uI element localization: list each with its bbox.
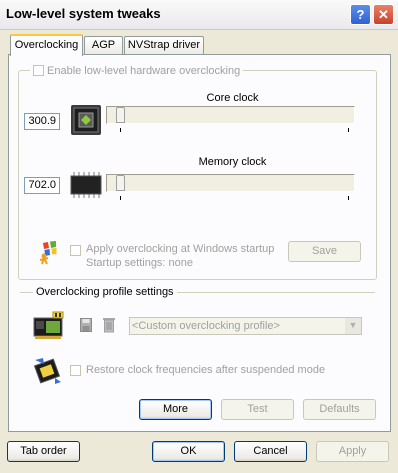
tab-nvstrap-driver[interactable]: NVStrap driver [124, 36, 204, 54]
tab-agp[interactable]: AGP [84, 36, 123, 54]
memory-clock-label: Memory clock [198, 156, 267, 168]
enable-overclocking-label: Enable low-level hardware overclocking [47, 65, 241, 77]
memory-clock-value: 702.0 [24, 177, 60, 194]
profile-settings-label: Overclocking profile settings [33, 286, 177, 298]
core-clock-label: Core clock [206, 92, 259, 104]
gpu-chip-icon [70, 104, 102, 136]
test-button[interactable]: Test [221, 399, 294, 420]
close-button[interactable]: ✕ [373, 4, 394, 25]
save-button[interactable]: Save [288, 241, 361, 262]
save-profile-icon[interactable] [80, 318, 92, 332]
memory-chip-icon [70, 172, 102, 198]
profile-dropdown-value: <Custom overclocking profile> [132, 320, 280, 332]
apply-at-startup-checkbox[interactable] [70, 245, 81, 256]
core-clock-slider-thumb[interactable] [116, 107, 125, 123]
defaults-button[interactable]: Defaults [303, 399, 376, 420]
apply-button[interactable]: Apply [316, 441, 389, 462]
restore-icon [33, 356, 63, 386]
memory-clock-slider[interactable] [106, 168, 359, 200]
restore-after-suspend-label: Restore clock frequencies after suspende… [86, 364, 326, 376]
tab-overclocking[interactable]: Overclocking [10, 34, 83, 56]
core-clock-value: 300.9 [24, 113, 60, 130]
cancel-button[interactable]: Cancel [234, 441, 307, 462]
more-button[interactable]: More [139, 399, 212, 420]
windows-startup-icon [35, 240, 63, 268]
apply-at-startup-label: Apply overclocking at Windows startup [86, 243, 275, 255]
ok-button[interactable]: OK [152, 441, 225, 462]
graphics-card-icon [33, 309, 65, 341]
restore-after-suspend-checkbox[interactable] [70, 365, 81, 376]
window-title: Low-level system tweaks [6, 6, 161, 21]
profile-dropdown[interactable]: <Custom overclocking profile> ▼ [129, 317, 362, 335]
help-button[interactable]: ? [350, 4, 371, 25]
enable-overclocking-option[interactable]: Enable low-level hardware overclocking [30, 65, 244, 77]
startup-settings-text: Startup settings: none [86, 257, 194, 269]
core-clock-slider[interactable] [106, 104, 359, 136]
enable-overclocking-checkbox[interactable] [33, 65, 44, 76]
title-bar[interactable]: Low-level system tweaks ? ✕ [0, 0, 398, 30]
delete-profile-icon[interactable] [103, 317, 115, 333]
memory-clock-slider-thumb[interactable] [116, 175, 125, 191]
chevron-down-icon[interactable]: ▼ [345, 318, 361, 334]
tab-order-button[interactable]: Tab order [7, 441, 80, 462]
